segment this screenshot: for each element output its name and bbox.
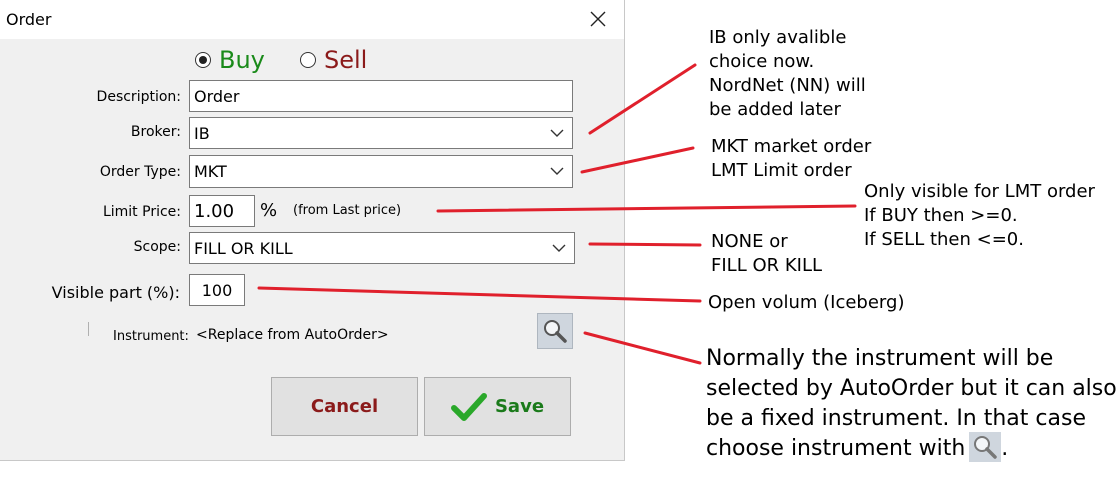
note-line: IB only avalible <box>709 27 847 48</box>
note-line: If BUY then >=0. <box>864 205 1018 226</box>
limit-price-arrow <box>436 204 857 213</box>
note-limit-price: Only visible for LMT order If BUY then >… <box>864 180 1095 252</box>
note-line: Normally the instrument will be <box>706 346 1054 371</box>
order-type-arrow <box>580 146 695 174</box>
note-scope: NONE or FILL OR KILL <box>711 230 822 278</box>
note-line: selected by AutoOrder but it can also <box>706 376 1116 401</box>
note-line: Open volum (Iceberg) <box>708 292 905 313</box>
note-order-type: MKT market order LMT Limit order <box>711 135 871 183</box>
note-line: NordNet (NN) will <box>709 75 866 96</box>
note-text: . <box>1001 436 1009 461</box>
note-line: be added later <box>709 99 841 120</box>
note-line: choose instrument with. <box>706 432 1116 464</box>
note-line: If SELL then <=0. <box>864 229 1024 250</box>
visible-part-arrow <box>257 286 702 303</box>
note-visible-part: Open volum (Iceberg) <box>708 291 904 315</box>
note-line: be a fixed instrument. In that case <box>706 406 1086 431</box>
note-line: choice now. <box>709 51 815 72</box>
note-line: Only visible for LMT order <box>864 181 1095 202</box>
broker-arrow <box>588 63 697 135</box>
note-text: choose instrument with <box>706 436 966 461</box>
note-line: MKT market order <box>711 136 872 157</box>
magnifier-icon <box>969 432 1002 462</box>
note-line: LMT Limit order <box>711 160 852 181</box>
instrument-arrow <box>583 331 702 365</box>
note-broker: IB only avalible choice now. NordNet (NN… <box>709 26 866 122</box>
note-instrument: Normally the instrument will be selected… <box>706 344 1116 464</box>
scope-arrow <box>588 242 702 247</box>
note-line: NONE or <box>711 231 788 252</box>
note-line: FILL OR KILL <box>711 255 823 276</box>
